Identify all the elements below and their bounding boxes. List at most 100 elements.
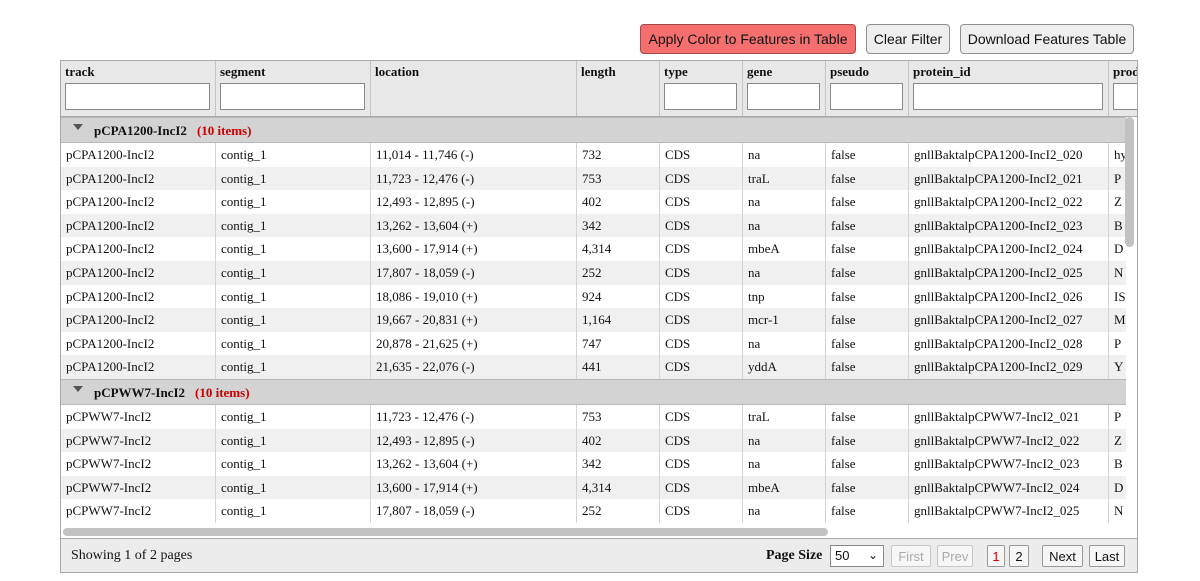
first-page-button[interactable]: First (891, 545, 931, 567)
cell-protein-id: gnllBaktalpCPA1200-IncI2_021 (909, 166, 1109, 191)
cell-type: CDS (660, 261, 743, 285)
column-header-product[interactable]: product (1109, 61, 1137, 116)
pseudo-filter-input[interactable] (830, 83, 903, 110)
cell-location: 19,667 - 20,831 (+) (371, 308, 577, 332)
column-label: location (375, 64, 420, 79)
column-header-location[interactable]: location (371, 61, 577, 116)
column-label: length (581, 64, 616, 79)
cell-protein-id: gnllBaktalpCPA1200-IncI2_023 (909, 213, 1109, 238)
column-header-pseudo[interactable]: pseudo (826, 61, 909, 116)
cell-pseudo: false (826, 213, 909, 238)
caret-down-icon[interactable] (73, 124, 83, 130)
table-row[interactable]: pCPA1200-IncI2 contig_1 13,262 - 13,604 (+… (61, 213, 1126, 238)
cell-type: CDS (660, 284, 743, 309)
cell-track: pCPWW7-IncI2 (61, 452, 216, 476)
table-row[interactable]: pCPA1200-IncI2 contig_1 11,014 - 11,746 (-… (61, 143, 1126, 167)
product-filter-input[interactable] (1113, 83, 1137, 110)
cell-product: N (1109, 499, 1126, 523)
horizontal-scrollbar[interactable] (63, 528, 828, 536)
cell-location: 12,493 - 12,895 (-) (371, 190, 577, 214)
cell-pseudo: false (826, 428, 909, 453)
table-row[interactable]: pCPWW7-IncI2 contig_1 13,600 - 17,914 (+) 4… (61, 475, 1126, 500)
download-features-button[interactable]: Download Features Table (960, 24, 1134, 54)
table-row[interactable]: pCPA1200-IncI2 contig_1 19,667 - 20,831 (+… (61, 308, 1126, 332)
table-row[interactable]: pCPWW7-IncI2 contig_1 12,493 - 12,895 (-) 4… (61, 428, 1126, 453)
column-header-protein-id[interactable]: protein_id (909, 61, 1109, 116)
cell-length: 753 (577, 166, 660, 191)
group-count: (10 items) (196, 123, 252, 138)
group-row[interactable]: pCPA1200-IncI2 (10 items) (61, 117, 1126, 143)
table-row[interactable]: pCPA1200-IncI2 contig_1 20,878 - 21,625 (+… (61, 331, 1126, 356)
cell-type: CDS (660, 428, 743, 453)
cell-length: 753 (577, 405, 660, 429)
cell-gene: na (743, 452, 826, 476)
cell-gene: na (743, 143, 826, 167)
cell-track: pCPA1200-IncI2 (61, 355, 216, 379)
cell-gene: tnp (743, 284, 826, 309)
cell-track: pCPA1200-IncI2 (61, 237, 216, 261)
cell-gene: mcr-1 (743, 308, 826, 332)
table-row[interactable]: pCPA1200-IncI2 contig_1 18,086 - 19,010 (+… (61, 284, 1126, 309)
apply-color-button[interactable]: Apply Color to Features in Table (640, 24, 856, 54)
cell-pseudo: false (826, 237, 909, 261)
column-header-track[interactable]: track (61, 61, 216, 116)
table-row[interactable]: pCPA1200-IncI2 contig_1 13,600 - 17,914 (+… (61, 237, 1126, 261)
cell-track: pCPA1200-IncI2 (61, 213, 216, 238)
page-2-button[interactable]: 2 (1009, 545, 1029, 567)
cell-product: P (1109, 167, 1126, 191)
cell-location: 17,807 - 18,059 (-) (371, 261, 577, 285)
table-row[interactable]: pCPWW7-IncI2 contig_1 17,807 - 18,059 (-) 2… (61, 499, 1126, 523)
cell-protein-id: gnllBaktalpCPWW7-IncI2_021 (909, 405, 1109, 429)
page-1-button[interactable]: 1 (987, 545, 1005, 567)
cell-product: B (1109, 214, 1126, 238)
cell-type: CDS (660, 166, 743, 191)
cell-pseudo: false (826, 355, 909, 379)
gene-filter-input[interactable] (747, 83, 820, 110)
cell-track: pCPA1200-IncI2 (61, 284, 216, 309)
grid-body: pCPA1200-IncI2 (10 items) pCPA1200-IncI2 co… (61, 117, 1126, 523)
segment-filter-input[interactable] (220, 83, 365, 110)
last-page-button[interactable]: Last (1089, 545, 1125, 567)
table-row[interactable]: pCPA1200-IncI2 contig_1 21,635 - 22,076 (-… (61, 355, 1126, 379)
cell-protein-id: gnllBaktalpCPA1200-IncI2_027 (909, 308, 1109, 332)
cell-product: D (1109, 476, 1126, 500)
table-row[interactable]: pCPWW7-IncI2 contig_1 11,723 - 12,476 (-) 7… (61, 405, 1126, 429)
cell-segment: contig_1 (216, 261, 371, 285)
table-row[interactable]: pCPA1200-IncI2 contig_1 12,493 - 12,895 (-… (61, 190, 1126, 214)
column-header-gene[interactable]: gene (743, 61, 826, 116)
column-header-type[interactable]: type (660, 61, 743, 116)
column-header-segment[interactable]: segment (216, 61, 371, 116)
cell-gene: na (743, 499, 826, 523)
features-grid: track segment location length type gene pseudo… (60, 60, 1138, 539)
table-row[interactable]: pCPA1200-IncI2 contig_1 17,807 - 18,059 (-… (61, 261, 1126, 285)
cell-track: pCPA1200-IncI2 (61, 261, 216, 285)
cell-length: 342 (577, 452, 660, 476)
table-row[interactable]: pCPA1200-IncI2 contig_1 11,723 - 12,476 (-… (61, 166, 1126, 191)
type-filter-input[interactable] (664, 83, 737, 110)
cell-gene: na (743, 213, 826, 238)
column-header-length[interactable]: length (577, 61, 660, 116)
table-row[interactable]: pCPWW7-IncI2 contig_1 13,262 - 13,604 (+) 3… (61, 452, 1126, 476)
cell-gene: mbeA (743, 237, 826, 261)
prev-page-button[interactable]: Prev (937, 545, 973, 567)
page-size-select[interactable]: 50 ⌄ (830, 545, 884, 567)
vertical-scrollbar[interactable] (1125, 117, 1134, 247)
protein-id-filter-input[interactable] (913, 83, 1103, 110)
cell-protein-id: gnllBaktalpCPA1200-IncI2_022 (909, 190, 1109, 214)
cell-location: 13,600 - 17,914 (+) (371, 475, 577, 500)
cell-length: 402 (577, 428, 660, 453)
cell-protein-id: gnllBaktalpCPA1200-IncI2_025 (909, 261, 1109, 285)
cell-segment: contig_1 (216, 190, 371, 214)
track-filter-input[interactable] (65, 83, 210, 110)
caret-down-icon[interactable] (73, 386, 83, 392)
group-row[interactable]: pCPWW7-IncI2 (10 items) (61, 379, 1126, 405)
cell-product: P (1109, 405, 1126, 429)
cell-pseudo: false (826, 190, 909, 214)
cell-location: 13,262 - 13,604 (+) (371, 213, 577, 238)
clear-filter-button[interactable]: Clear Filter (866, 24, 950, 54)
pager: Showing 1 of 2 pages Page Size 50 ⌄ Firs… (60, 539, 1138, 573)
column-label: product (1113, 64, 1137, 79)
group-label: pCPWW7-IncI2 (10 items) (94, 385, 250, 401)
cell-type: CDS (660, 499, 743, 523)
next-page-button[interactable]: Next (1042, 545, 1083, 567)
